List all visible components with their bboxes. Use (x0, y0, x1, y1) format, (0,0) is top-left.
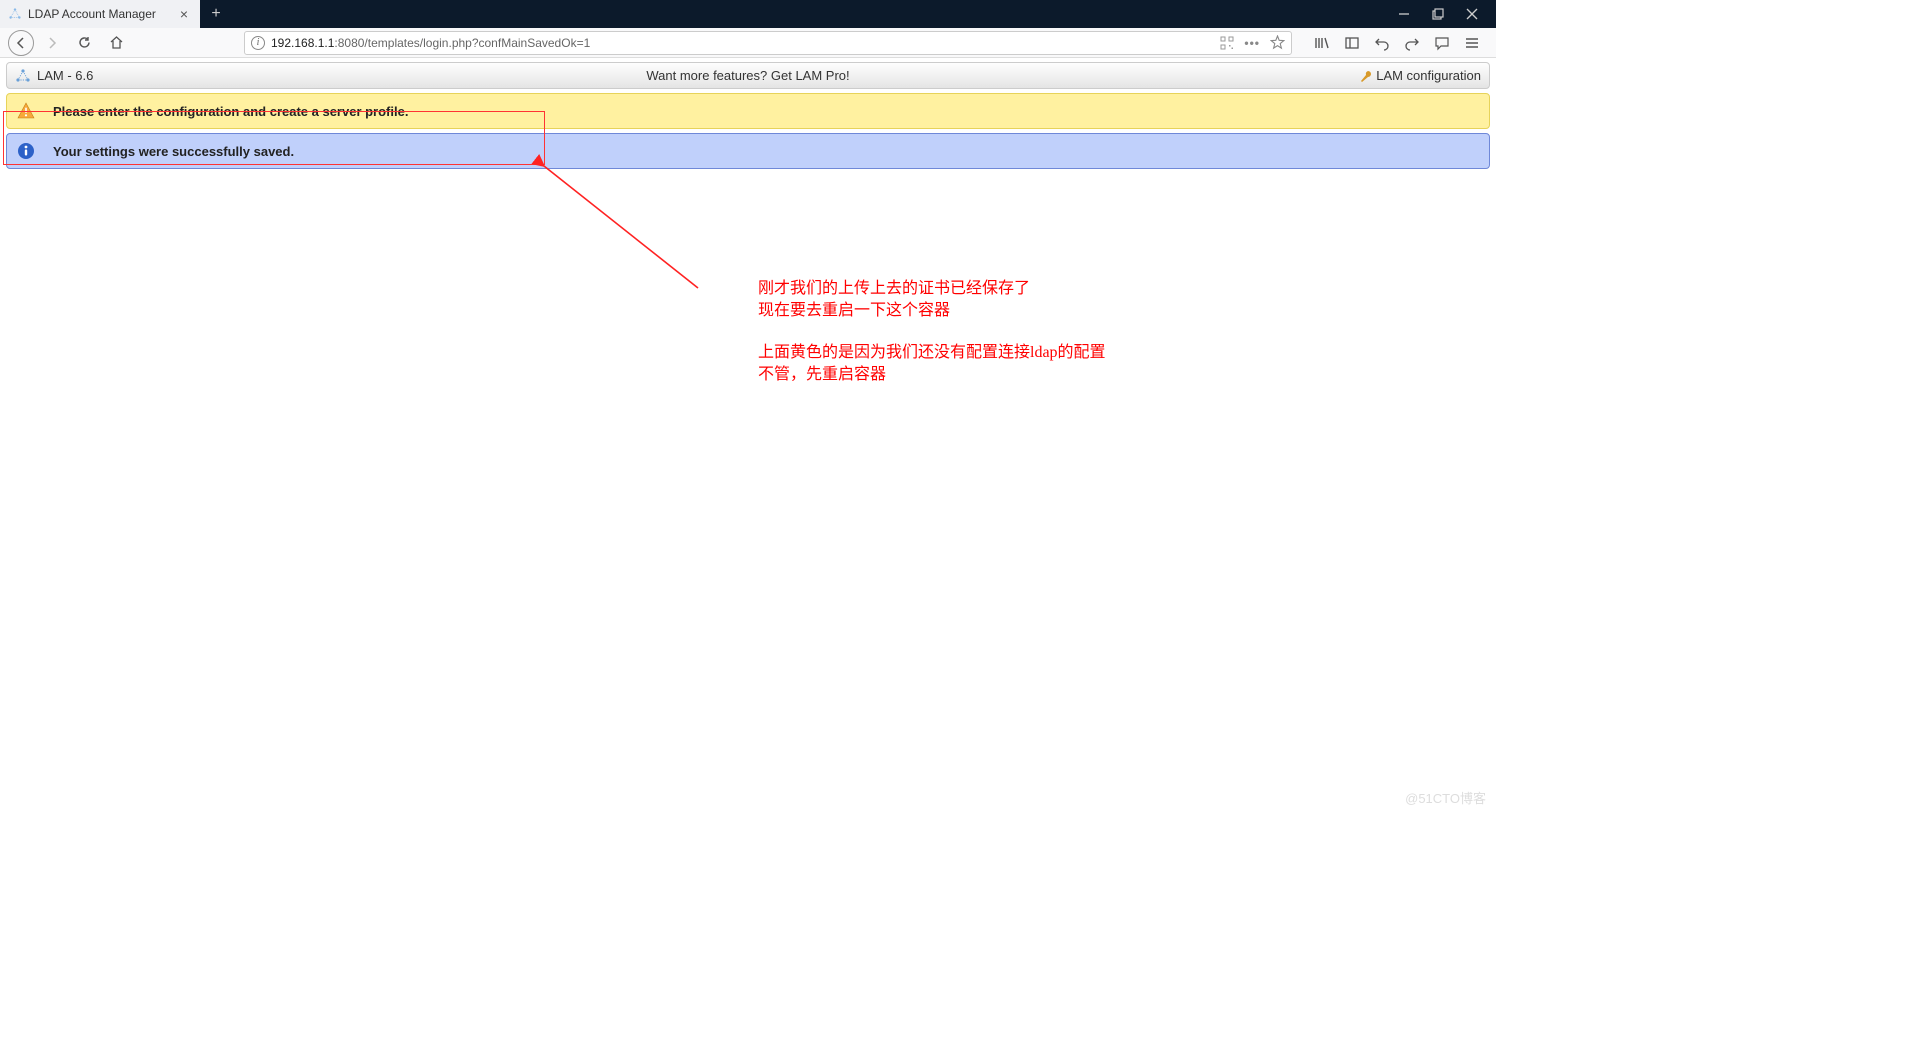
toolbar-right-actions (1312, 35, 1488, 51)
browser-tab-active[interactable]: LDAP Account Manager × (0, 0, 200, 28)
annotation-highlight-box (3, 111, 545, 165)
nav-reload-button[interactable] (70, 29, 98, 57)
more-icon[interactable]: ••• (1244, 36, 1260, 50)
url-actions: ••• (1220, 35, 1285, 50)
lam-config-link[interactable]: LAM configuration (1358, 68, 1481, 83)
window-minimize-icon[interactable] (1396, 6, 1412, 22)
window-restore-icon[interactable] (1430, 6, 1446, 22)
qr-icon[interactable] (1220, 36, 1234, 50)
undo-icon[interactable] (1372, 35, 1392, 51)
watermark-text: @51CTO博客 (1405, 788, 1486, 807)
browser-titlebar: LDAP Account Manager × + (0, 0, 1496, 28)
tab-favicon (8, 7, 22, 21)
chat-icon[interactable] (1432, 35, 1452, 51)
nav-forward-button (38, 29, 66, 57)
lam-config-label: LAM configuration (1376, 68, 1481, 83)
menu-hamburger-icon[interactable] (1462, 35, 1482, 51)
lam-promo-link[interactable]: Want more features? Get LAM Pro! (646, 68, 849, 83)
browser-toolbar: i 192.168.1.1:8080/templates/login.php?c… (0, 28, 1496, 58)
tab-title: LDAP Account Manager (28, 7, 156, 21)
url-text: 192.168.1.1:8080/templates/login.php?con… (271, 36, 590, 50)
sidebar-icon[interactable] (1342, 35, 1362, 51)
lam-brand-text: LAM - 6.6 (37, 68, 93, 83)
nav-back-button[interactable] (8, 30, 34, 56)
bookmark-star-icon[interactable] (1270, 35, 1285, 50)
redo-icon[interactable] (1402, 35, 1422, 51)
new-tab-button[interactable]: + (200, 0, 232, 28)
annotation-arrow (540, 160, 700, 295)
url-bar[interactable]: i 192.168.1.1:8080/templates/login.php?c… (244, 31, 1292, 55)
annotation-text-2: 上面黄色的是因为我们还没有配置连接ldap的配置 不管，先重启容器 (758, 342, 1106, 386)
site-info-icon[interactable]: i (251, 36, 265, 50)
annotation-text-1: 刚才我们的上传上去的证书已经保存了 现在要去重启一下这个容器 (758, 278, 1030, 322)
library-icon[interactable] (1312, 35, 1332, 51)
wrench-icon (1358, 69, 1372, 83)
lam-header-bar: LAM - 6.6 Want more features? Get LAM Pr… (6, 62, 1490, 89)
window-close-icon[interactable] (1464, 6, 1480, 22)
nav-home-button[interactable] (102, 29, 130, 57)
tab-close-icon[interactable]: × (176, 6, 192, 22)
window-controls (1380, 0, 1496, 28)
lam-logo-icon (15, 68, 31, 84)
